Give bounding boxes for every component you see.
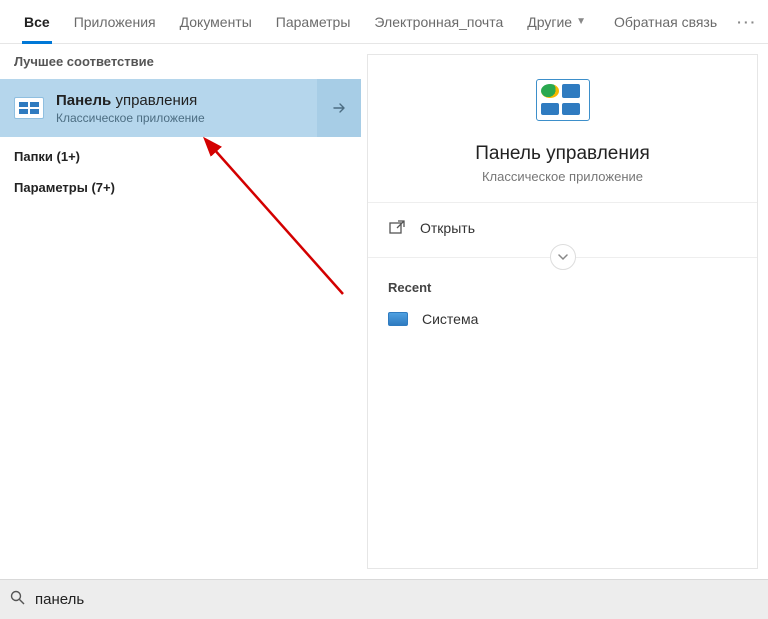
search-bar[interactable] (0, 579, 768, 619)
expand-actions-button[interactable] (550, 244, 576, 270)
detail-title: Панель управления (475, 143, 650, 165)
control-panel-icon (14, 97, 44, 119)
tab-email[interactable]: Электронная_почта (364, 0, 513, 44)
open-icon (388, 219, 406, 237)
recent-item-system[interactable]: Система (388, 305, 737, 333)
top-tabs: Все Приложения Документы Параметры Элект… (0, 0, 768, 44)
group-parameters[interactable]: Параметры (7+) (0, 168, 361, 199)
detail-pane: Панель управления Классическое приложени… (367, 54, 758, 569)
best-match-text: Панель управления Классическое приложени… (56, 92, 317, 125)
recent-item-label: Система (422, 311, 478, 327)
open-detail-arrow[interactable] (317, 79, 361, 137)
tab-documents[interactable]: Документы (170, 0, 262, 44)
best-match-title-rest: управления (111, 92, 197, 109)
action-open-label: Открыть (420, 220, 475, 236)
detail-header: Панель управления Классическое приложени… (368, 55, 757, 203)
tab-other-label: Другие (527, 14, 572, 30)
action-open[interactable]: Открыть (368, 209, 757, 247)
tab-settings[interactable]: Параметры (266, 0, 361, 44)
best-match-title-bold: Панель (56, 92, 111, 109)
detail-subtitle: Классическое приложение (482, 169, 643, 184)
tab-feedback[interactable]: Обратная связь (604, 0, 727, 44)
best-match-item[interactable]: Панель управления Классическое приложени… (0, 79, 361, 137)
group-folders[interactable]: Папки (1+) (0, 137, 361, 168)
more-menu-icon[interactable]: ··· (731, 14, 763, 30)
detail-actions: Открыть (368, 203, 757, 258)
content: Лучшее соответствие Панель управления Кл… (0, 44, 768, 579)
search-input[interactable] (35, 591, 758, 608)
search-icon (10, 590, 25, 609)
best-match-header: Лучшее соответствие (0, 44, 361, 79)
recent-section: Recent Система (368, 258, 757, 343)
control-panel-large-icon (536, 79, 590, 121)
tab-apps[interactable]: Приложения (64, 0, 166, 44)
recent-header: Recent (388, 280, 737, 295)
results-pane: Лучшее соответствие Панель управления Кл… (0, 44, 361, 579)
tab-other[interactable]: Другие ▼ (517, 0, 596, 44)
chevron-down-icon: ▼ (576, 16, 586, 27)
best-match-title: Панель управления (56, 92, 317, 109)
monitor-icon (388, 312, 408, 326)
best-match-subtitle: Классическое приложение (56, 111, 317, 125)
tab-all[interactable]: Все (14, 0, 60, 44)
